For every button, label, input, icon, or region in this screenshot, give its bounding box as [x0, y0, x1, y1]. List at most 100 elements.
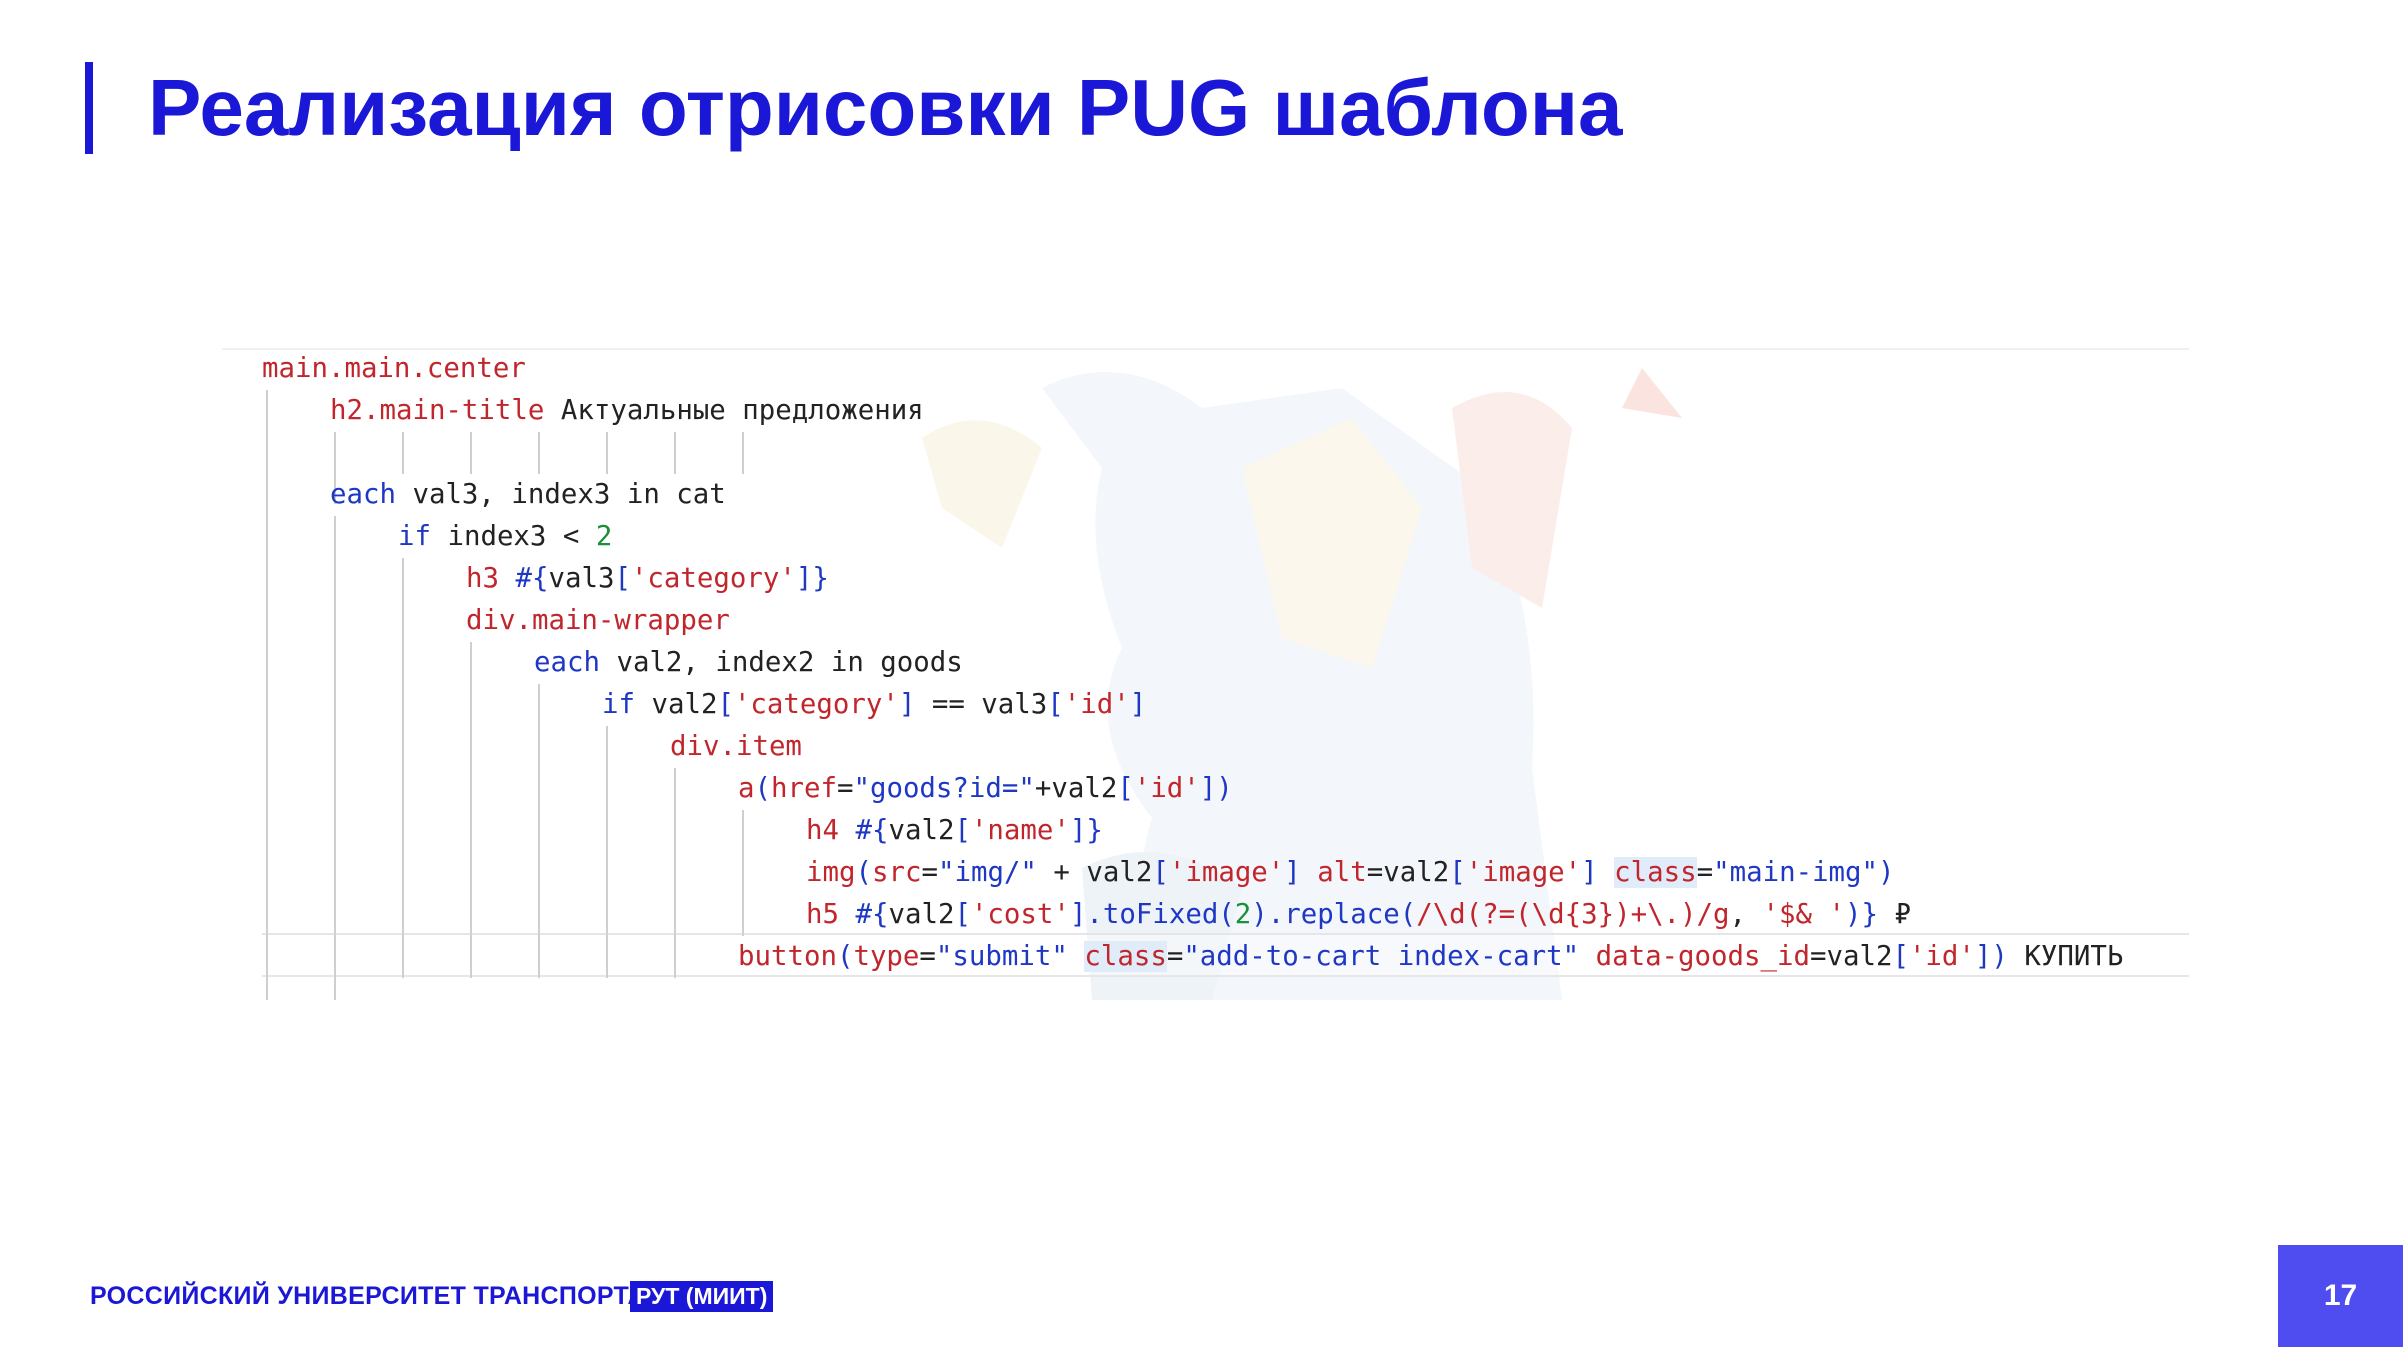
- code-line: h5 #{val2['cost'].toFixed(2).replace(/\d…: [806, 894, 1911, 936]
- code-token: data-goods_id: [1595, 941, 1810, 972]
- code-token: h3: [466, 563, 516, 594]
- code-token: val2: [634, 689, 718, 720]
- indent-guide: [470, 432, 472, 474]
- code-token: [: [954, 899, 971, 930]
- code-token: ].toFixed(: [1069, 899, 1235, 930]
- code-token: #{: [515, 563, 549, 594]
- code-line: if index3 < 2: [398, 516, 612, 558]
- code-token: ]): [1974, 941, 2008, 972]
- indent-guide: [674, 768, 676, 978]
- code-token: img: [806, 857, 856, 888]
- indent-guide: [674, 432, 676, 474]
- code-line: a(href="goods?id="+val2['id']): [738, 768, 1233, 810]
- code-token: button: [738, 941, 837, 972]
- code-token: =: [1166, 941, 1184, 972]
- code-line: div.main-wrapper: [466, 600, 730, 642]
- code-token: ]: [898, 689, 916, 720]
- code-token: [: [1152, 857, 1169, 888]
- code-token: 'id': [1063, 689, 1130, 720]
- code-token: 2: [1234, 899, 1252, 930]
- code-token: =val2: [1366, 857, 1450, 888]
- title-accent-bar: [85, 62, 93, 154]
- code-token: 'cost': [970, 899, 1070, 930]
- code-token: '$& ': [1762, 899, 1845, 930]
- code-token: 'image': [1168, 857, 1285, 888]
- code-token: a: [738, 773, 755, 804]
- code-token: ]: [1129, 689, 1147, 720]
- code-line: img(src="img/" + val2['image'] alt=val2[…: [806, 852, 1895, 894]
- code-token: class: [1614, 857, 1697, 888]
- code-line: h3 #{val3['category']}: [466, 558, 829, 600]
- code-token: val2: [888, 815, 955, 846]
- code-token: if: [602, 689, 635, 720]
- code-token: (: [836, 941, 854, 972]
- footer-logo-badge: РУТ (МИИТ): [630, 1281, 774, 1312]
- indent-guide: [538, 684, 540, 978]
- code-token: )}: [1844, 899, 1878, 930]
- code-token: 'id': [1908, 941, 1975, 972]
- code-token: +val2: [1034, 773, 1118, 804]
- code-token: + val2: [1036, 857, 1153, 888]
- code-screenshot: main.main.center h2.main-title Актуальные…: [222, 348, 2189, 1000]
- indent-guide: [470, 642, 472, 978]
- slide-title: Реализация отрисовки PUG шаблона: [148, 63, 1623, 152]
- indent-guide: [538, 432, 540, 474]
- code-line: div.item: [670, 726, 802, 768]
- code-token: [: [1449, 857, 1466, 888]
- code-token: [: [954, 815, 971, 846]
- code-token: 2: [595, 521, 613, 552]
- code-token: href: [771, 773, 837, 804]
- code-token: 'image': [1465, 857, 1582, 888]
- indent-guide: [606, 726, 608, 978]
- code-token: #{: [855, 815, 889, 846]
- code-token: val3: [548, 563, 615, 594]
- code-token: [: [717, 689, 734, 720]
- code-token: 'name': [970, 815, 1070, 846]
- code-token: Актуальные предложения: [544, 395, 924, 426]
- code-token: [: [1117, 773, 1134, 804]
- code-token: main.main.center: [262, 353, 526, 384]
- code-token: "img/": [937, 857, 1037, 888]
- code-token: [: [1892, 941, 1909, 972]
- code-token: 'id': [1133, 773, 1200, 804]
- footer-university-name: РОССИЙСКИЙ УНИВЕРСИТЕТ ТРАНСПОРТА: [90, 1282, 646, 1310]
- code-token: val3, index3 in cat: [395, 479, 726, 510]
- code-token: class: [1084, 941, 1167, 972]
- code-token: ,: [1729, 899, 1763, 930]
- code-token: (: [855, 857, 872, 888]
- code-token: if: [398, 521, 431, 552]
- indent-guide: [606, 432, 608, 474]
- code-line: h2.main-title Актуальные предложения: [330, 390, 924, 432]
- code-token: =val2: [1809, 941, 1893, 972]
- code-token: КУПИТЬ: [2007, 941, 2124, 972]
- code-token: =: [919, 941, 936, 972]
- indent-guide: [742, 432, 744, 474]
- code-token: ).replace(: [1251, 899, 1417, 930]
- code-token: "goods?id=": [853, 773, 1035, 804]
- code-token: h4: [806, 815, 856, 846]
- page-number: 17: [2278, 1245, 2403, 1347]
- code-token: ): [1878, 857, 1895, 888]
- code-token: type: [853, 941, 920, 972]
- code-token: "submit": [935, 941, 1068, 972]
- indent-guide: [334, 516, 336, 1000]
- code-token: div.item: [670, 731, 802, 762]
- code-line: main.main.center: [262, 348, 526, 390]
- indent-guide: [402, 432, 404, 474]
- code-token: 'category': [733, 689, 899, 720]
- code-token: "main-img": [1713, 857, 1879, 888]
- code-token: val2: [888, 899, 955, 930]
- code-token: =: [1696, 857, 1714, 888]
- code-token: ]}: [795, 563, 829, 594]
- code-token: ]): [1199, 773, 1233, 804]
- code-token: [: [1047, 689, 1064, 720]
- indent-guide: [742, 810, 744, 936]
- code-token: index3 <: [430, 521, 596, 552]
- code-token: src: [871, 857, 922, 888]
- code-token: [: [614, 563, 631, 594]
- code-token: =: [836, 773, 854, 804]
